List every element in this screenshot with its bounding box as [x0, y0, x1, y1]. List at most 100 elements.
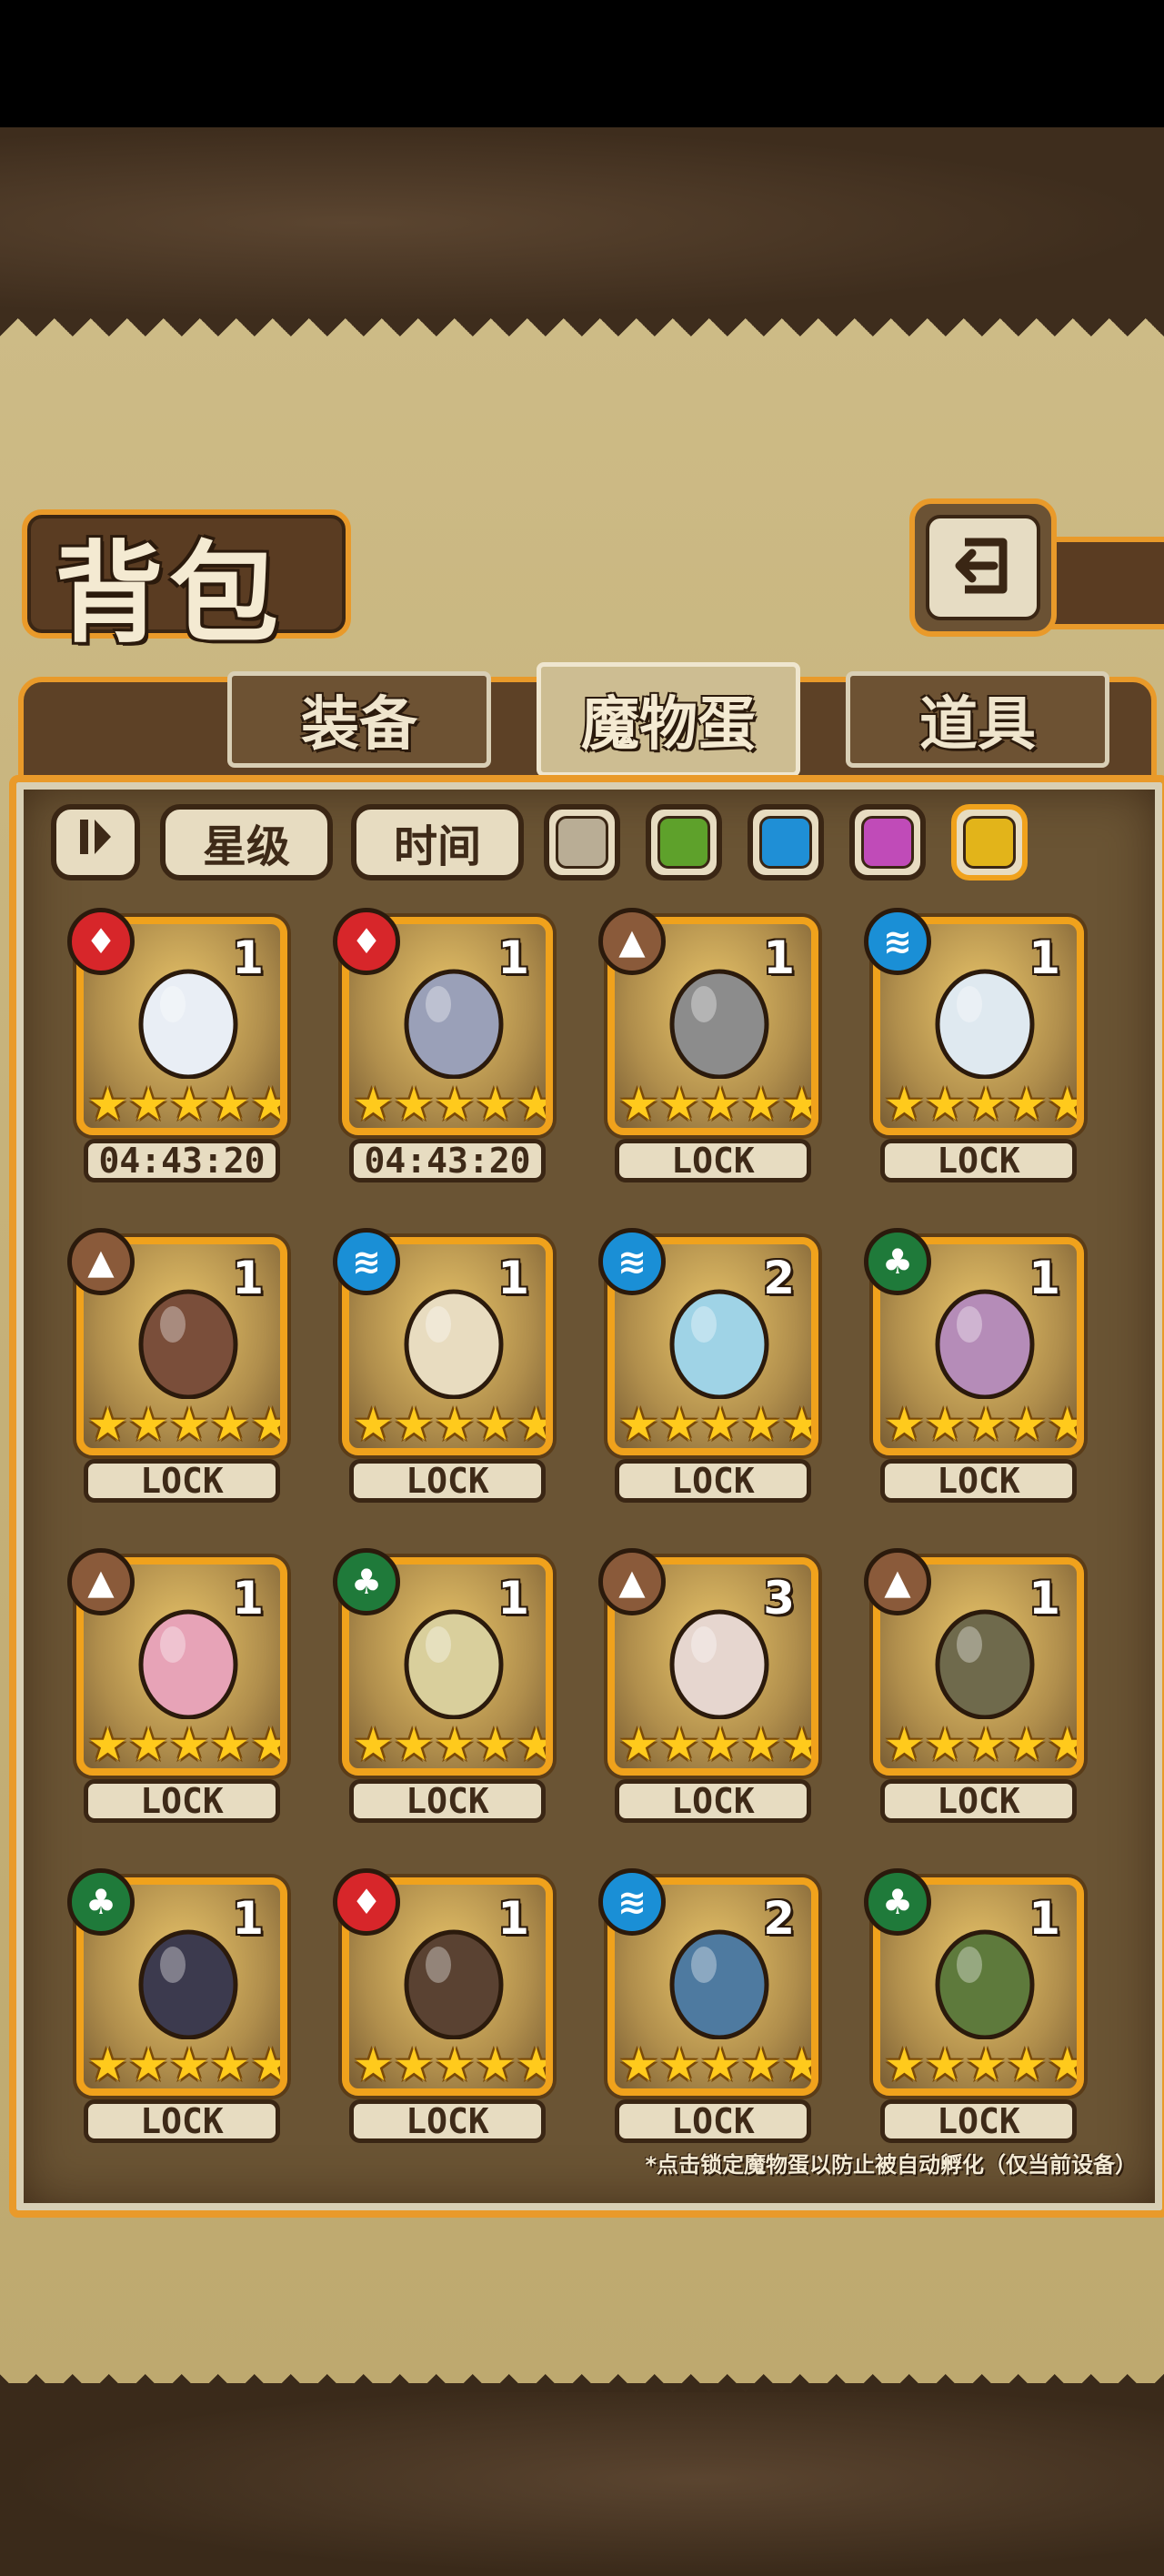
status-bar-area: [0, 0, 1164, 127]
star-icon: ★: [434, 1398, 476, 1451]
sort-by-time-button[interactable]: 时间: [351, 804, 524, 880]
egg-slot[interactable]: 1 ★ ★ ★ ★ ★ ▲ LOCK: [864, 1548, 1084, 1830]
star-icon: ★: [434, 1718, 476, 1771]
tab-monster-eggs[interactable]: 魔物蛋: [537, 662, 800, 777]
star-icon: ★: [617, 1718, 659, 1771]
filter-color-blue[interactable]: [748, 804, 824, 880]
lock-toggle-button[interactable]: LOCK: [615, 1459, 811, 1503]
sort-by-star-button[interactable]: 星级: [160, 804, 333, 880]
star-icon: ★: [740, 1718, 782, 1771]
water-element-icon: ≋: [598, 1868, 666, 1936]
star-icon: ★: [699, 1718, 741, 1771]
star-icon: ★: [393, 1078, 435, 1131]
filter-color-yellow[interactable]: [951, 804, 1028, 880]
filter-color-green[interactable]: [646, 804, 722, 880]
star-icon: ★: [617, 1398, 659, 1451]
star-rating: ★ ★ ★ ★ ★: [884, 1398, 1084, 1451]
star-icon: ★: [781, 1398, 818, 1451]
egg-slot[interactable]: 2 ★ ★ ★ ★ ★ ≋ LOCK: [598, 1868, 818, 2150]
egg-slot[interactable]: 1 ★ ★ ★ ★ ★ ▲ LOCK: [598, 908, 818, 1190]
star-rating: ★ ★ ★ ★ ★: [353, 1078, 553, 1131]
back-button[interactable]: [909, 498, 1057, 637]
egg-count: 1: [1029, 1892, 1060, 1945]
lock-toggle-button[interactable]: LOCK: [349, 1459, 546, 1503]
star-icon: ★: [250, 1718, 287, 1771]
lock-toggle-button[interactable]: LOCK: [84, 2099, 280, 2143]
hatch-timer[interactable]: 04:43:20: [349, 1139, 546, 1182]
egg-slot[interactable]: 1 ★ ★ ★ ★ ★ ♦ 04:43:20: [333, 908, 553, 1190]
color-swatch: [861, 816, 914, 869]
water-element-icon: ≋: [598, 1228, 666, 1295]
lock-toggle-button[interactable]: LOCK: [84, 1459, 280, 1503]
lock-toggle-button[interactable]: LOCK: [349, 1779, 546, 1823]
star-icon: ★: [168, 2038, 210, 2091]
lock-toggle-button[interactable]: LOCK: [880, 2099, 1077, 2143]
egg-count: 1: [497, 1892, 529, 1945]
egg-count: 1: [1029, 1572, 1060, 1625]
egg-slot[interactable]: 1 ★ ★ ★ ★ ★ ≋ LOCK: [333, 1228, 553, 1510]
star-icon: ★: [924, 2038, 966, 2091]
egg-slot[interactable]: 1 ★ ★ ★ ★ ★ ♣ LOCK: [864, 1868, 1084, 2150]
star-rating: ★ ★ ★ ★ ★: [618, 2038, 811, 2091]
star-icon: ★: [86, 2038, 128, 2091]
lock-toggle-button[interactable]: LOCK: [615, 2099, 811, 2143]
star-rating: ★ ★ ★ ★ ★: [884, 1079, 1077, 1128]
tab-equipment[interactable]: 装备: [227, 671, 491, 768]
star-icon: ★: [86, 1078, 128, 1131]
lock-toggle-button[interactable]: LOCK: [880, 1139, 1077, 1182]
sort-toggle-button[interactable]: [51, 804, 140, 880]
fire-element-icon: ♦: [333, 908, 400, 975]
map-background-top: [0, 127, 1164, 318]
lock-toggle-button[interactable]: LOCK: [880, 1459, 1077, 1503]
filter-color-purple[interactable]: [849, 804, 926, 880]
wood-element-icon: ♣: [67, 1868, 135, 1936]
wood-element-icon: ♣: [864, 1228, 931, 1295]
star-icon: ★: [209, 2038, 251, 2091]
egg-slot[interactable]: 1 ★ ★ ★ ★ ★ ▲ LOCK: [67, 1548, 287, 1830]
star-icon: ★: [168, 1078, 210, 1131]
egg-count: 1: [232, 1892, 264, 1945]
star-icon: ★: [516, 2038, 553, 2091]
star-icon: ★: [127, 1078, 169, 1131]
lock-toggle-button[interactable]: LOCK: [880, 1779, 1077, 1823]
egg-slot[interactable]: 1 ★ ★ ★ ★ ★ ▲ LOCK: [67, 1228, 287, 1510]
earth-element-icon: ▲: [67, 1548, 135, 1615]
star-icon: ★: [393, 1718, 435, 1771]
egg-count: 1: [497, 1572, 529, 1625]
star-icon: ★: [699, 1398, 741, 1451]
lock-toggle-button[interactable]: LOCK: [615, 1139, 811, 1182]
star-icon: ★: [658, 1398, 700, 1451]
star-icon: ★: [883, 1078, 925, 1131]
egg-slot[interactable]: 1 ★ ★ ★ ★ ★ ♣ LOCK: [67, 1868, 287, 2150]
star-icon: ★: [516, 1078, 553, 1131]
egg-slot[interactable]: 2 ★ ★ ★ ★ ★ ≋ LOCK: [598, 1228, 818, 1510]
egg-slot[interactable]: 1 ★ ★ ★ ★ ★ ♣ LOCK: [864, 1228, 1084, 1510]
parchment-edge-top: [0, 318, 1164, 355]
star-icon: ★: [699, 2038, 741, 2091]
star-icon: ★: [1006, 2038, 1048, 2091]
star-icon: ★: [1047, 2038, 1084, 2091]
star-icon: ★: [740, 1398, 782, 1451]
egg-slot[interactable]: 1 ★ ★ ★ ★ ★ ♦ 04:43:20: [67, 908, 287, 1190]
star-icon: ★: [86, 1398, 128, 1451]
star-icon: ★: [250, 1078, 287, 1131]
tab-items[interactable]: 道具: [846, 671, 1109, 768]
lock-toggle-button[interactable]: LOCK: [615, 1779, 811, 1823]
egg-slot[interactable]: 1 ★ ★ ★ ★ ★ ♣ LOCK: [333, 1548, 553, 1830]
egg-slot[interactable]: 1 ★ ★ ★ ★ ★ ♦ LOCK: [333, 1868, 553, 2150]
star-rating: ★ ★ ★ ★ ★: [87, 1399, 280, 1448]
lock-toggle-button[interactable]: LOCK: [84, 1779, 280, 1823]
lock-toggle-button[interactable]: LOCK: [349, 2099, 546, 2143]
star-icon: ★: [658, 2038, 700, 2091]
star-rating: ★ ★ ★ ★ ★: [884, 1718, 1077, 1771]
star-icon: ★: [965, 1718, 1007, 1771]
earth-element-icon: ▲: [67, 1228, 135, 1295]
star-rating: ★ ★ ★ ★ ★: [87, 1718, 287, 1771]
filter-color-gray[interactable]: [544, 804, 620, 880]
egg-slot[interactable]: 3 ★ ★ ★ ★ ★ ▲ LOCK: [598, 1548, 818, 1830]
egg-slot[interactable]: 1 ★ ★ ★ ★ ★ ≋ LOCK: [864, 908, 1084, 1190]
star-icon: ★: [475, 1398, 517, 1451]
star-icon: ★: [1047, 1398, 1084, 1451]
star-icon: ★: [168, 1718, 210, 1771]
hatch-timer[interactable]: 04:43:20: [84, 1139, 280, 1182]
